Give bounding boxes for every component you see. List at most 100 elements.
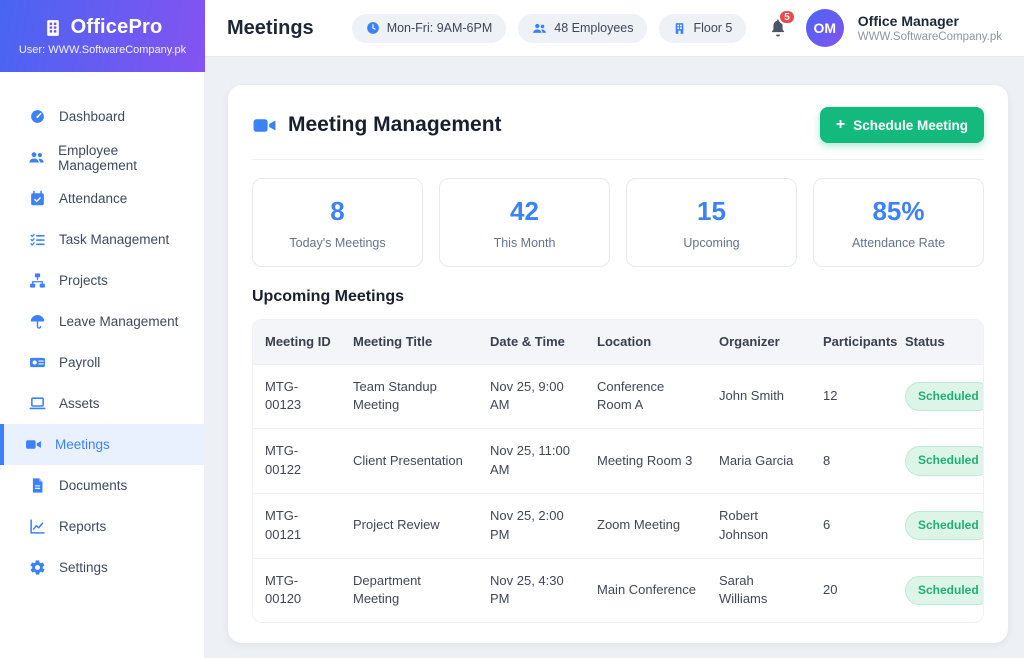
employees-icon — [28, 149, 45, 166]
sidebar-item-employee-management[interactable]: Employee Management — [0, 137, 204, 178]
column-header-meeting-id: Meeting ID — [253, 320, 341, 365]
column-header-meeting-title: Meeting Title — [341, 320, 478, 365]
sidebar: Dashboard Employee Management Attendance… — [0, 72, 205, 658]
cell-meeting-title: Team Standup Meeting — [341, 363, 478, 429]
cell-participants: 20 — [811, 557, 893, 623]
cell-participants: 12 — [811, 363, 893, 429]
topbar: Meetings Mon-Fri: 9AM-6PM 48 Employees F… — [205, 0, 1024, 57]
cell-organizer: Sarah Williams — [707, 557, 811, 623]
cell-meeting-id: MTG-00122 — [253, 428, 341, 494]
cell-location: Main Conference — [585, 557, 707, 623]
dashboard-icon — [28, 108, 46, 125]
page-title: Meetings — [227, 16, 314, 39]
sidebar-item-task-management[interactable]: Task Management — [0, 219, 204, 260]
stat-label: This Month — [493, 236, 556, 250]
cell-meeting-title: Department Meeting — [341, 557, 478, 623]
employees-pill: 48 Employees — [518, 13, 648, 43]
sidebar-item-documents[interactable]: Documents — [0, 465, 204, 506]
sidebar-item-label: Dashboard — [59, 109, 126, 124]
table-row: MTG-00122 Client Presentation Nov 25, 11… — [253, 428, 983, 494]
sidebar-item-label: Documents — [59, 478, 128, 493]
sidebar-item-settings[interactable]: Settings — [0, 547, 204, 588]
stat-label: Today's Meetings — [289, 236, 386, 250]
sidebar-item-dashboard[interactable]: Dashboard — [0, 96, 204, 137]
meetings-table: Meeting ID Meeting Title Date & Time Loc… — [252, 319, 984, 624]
cell-location: Meeting Room 3 — [585, 428, 707, 494]
user-name: Office Manager — [857, 13, 959, 29]
section-title: Meeting Management — [288, 113, 502, 136]
sidebar-item-projects[interactable]: Projects — [0, 260, 204, 301]
stat-card-todays-meetings: 8 Today's Meetings — [252, 178, 423, 267]
column-header-date-time: Date & Time — [478, 320, 585, 365]
chart-icon — [28, 518, 46, 535]
main-content: Meeting Management + Schedule Meeting 8 … — [205, 57, 1024, 658]
column-header-location: Location — [585, 320, 707, 365]
sidebar-item-label: Assets — [59, 396, 100, 411]
sidebar-item-label: Settings — [59, 560, 108, 575]
plus-icon: + — [835, 116, 846, 133]
stat-value: 42 — [510, 196, 539, 226]
table-header-row: Meeting ID Meeting Title Date & Time Loc… — [253, 320, 983, 365]
stat-value: 8 — [330, 196, 345, 226]
stat-card-attendance-rate: 85% Attendance Rate — [813, 178, 984, 267]
table-row: MTG-00121 Project Review Nov 25, 2:00 PM… — [253, 492, 983, 559]
laptop-icon — [28, 395, 46, 412]
sidebar-item-meetings[interactable]: Meetings — [0, 424, 204, 465]
sidebar-item-label: Reports — [59, 519, 107, 534]
sidebar-item-attendance[interactable]: Attendance — [0, 178, 204, 219]
document-icon — [28, 477, 46, 494]
brand-user-label: User: WWW.SoftwareCompany.pk — [18, 44, 187, 56]
status-badge: Scheduled — [905, 381, 983, 412]
employees-label: 48 Employees — [554, 21, 634, 35]
cell-meeting-id: MTG-00120 — [253, 557, 341, 623]
floor-pill: Floor 5 — [659, 13, 747, 43]
stats-row: 8 Today's Meetings 42 This Month 15 Upco… — [252, 178, 984, 267]
brand-name: OfficePro — [70, 16, 163, 38]
user-org: WWW.SoftwareCompany.pk — [857, 31, 1002, 43]
cell-meeting-id: MTG-00121 — [253, 492, 341, 559]
table-title: Upcoming Meetings — [252, 288, 405, 305]
sidebar-item-label: Task Management — [59, 232, 170, 247]
floor-label: Floor 5 — [693, 21, 733, 35]
status-badge: Scheduled — [905, 575, 983, 606]
cell-date-time: Nov 25, 9:00 AM — [478, 363, 585, 429]
calendar-check-icon — [28, 190, 46, 207]
hours-pill: Mon-Fri: 9AM-6PM — [351, 13, 507, 43]
avatar[interactable]: OM — [805, 9, 844, 47]
user-block[interactable]: Office Manager WWW.SoftwareCompany.pk — [858, 13, 1002, 43]
cell-organizer: John Smith — [707, 363, 811, 429]
hours-label: Mon-Fri: 9AM-6PM — [386, 21, 493, 35]
notifications-button[interactable]: 5 — [764, 9, 796, 40]
sidebar-item-assets[interactable]: Assets — [0, 383, 204, 424]
brand-banner: OfficePro User: WWW.SoftwareCompany.pk — [0, 0, 205, 72]
sidebar-item-payroll[interactable]: Payroll — [0, 342, 204, 383]
video-camera-icon — [252, 113, 277, 138]
sidebar-item-leave-management[interactable]: Leave Management — [0, 301, 204, 342]
info-pills: Mon-Fri: 9AM-6PM 48 Employees Floor 5 — [351, 13, 747, 43]
cell-location: Zoom Meeting — [585, 492, 707, 559]
task-list-icon — [28, 231, 46, 248]
cell-date-time: Nov 25, 2:00 PM — [478, 492, 585, 559]
sidebar-item-label: Leave Management — [59, 314, 179, 329]
building-icon — [673, 22, 686, 35]
table-row: MTG-00120 Department Meeting Nov 25, 4:3… — [253, 557, 983, 623]
cell-organizer: Maria Garcia — [707, 428, 811, 494]
status-badge: Scheduled — [905, 511, 983, 541]
gear-icon — [28, 559, 46, 576]
sidebar-item-reports[interactable]: Reports — [0, 506, 204, 547]
umbrella-icon — [28, 313, 46, 330]
schedule-meeting-button[interactable]: + Schedule Meeting — [819, 107, 984, 143]
meeting-management-card: Meeting Management + Schedule Meeting 8 … — [228, 85, 1008, 643]
sidebar-item-label: Meetings — [55, 437, 110, 452]
column-header-participants: Participants — [811, 320, 897, 365]
money-check-icon — [28, 354, 46, 371]
building-logo-icon — [43, 18, 63, 38]
status-badge: Scheduled — [905, 446, 983, 476]
table-row: MTG-00123 Team Standup Meeting Nov 25, 9… — [253, 363, 983, 429]
sidebar-item-label: Attendance — [59, 191, 128, 206]
stat-label: Upcoming — [683, 236, 740, 250]
cell-date-time: Nov 25, 4:30 PM — [478, 557, 585, 623]
stat-value: 15 — [697, 196, 726, 226]
schedule-meeting-label: Schedule Meeting — [853, 117, 968, 133]
people-icon — [532, 21, 547, 36]
